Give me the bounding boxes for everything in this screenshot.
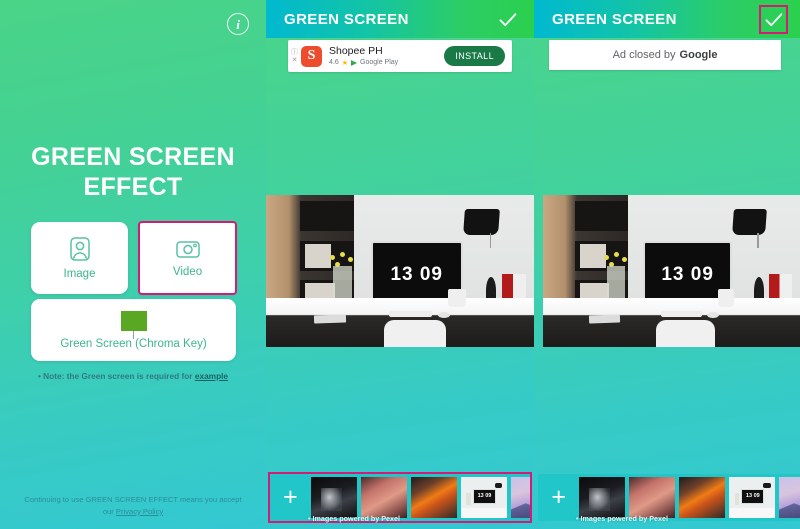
thumbnail-list-right: 13 09	[579, 477, 800, 518]
privacy-policy-link[interactable]: Privacy Policy	[116, 507, 163, 516]
photo-lamp-stem	[757, 233, 759, 249]
thumbnail-item[interactable]	[360, 477, 407, 518]
photo-wall-lamp	[463, 208, 501, 235]
thumbnail-item[interactable]	[410, 477, 457, 518]
thumbnail-strip-right: + 13 09 • Images powered by Pexel	[538, 474, 800, 523]
thumbnail-item[interactable]	[510, 477, 530, 518]
camera-icon	[175, 241, 200, 258]
thumbnail-item[interactable]	[779, 477, 800, 518]
photo-wall-lamp	[732, 208, 768, 235]
thumbnail-item[interactable]: 13 09	[460, 477, 507, 518]
google-play-icon	[351, 59, 358, 66]
example-link[interactable]: example	[195, 371, 228, 381]
screenshot-root: i GREEN SCREEN EFFECT Image Video Green …	[0, 0, 800, 529]
ad-text-block: Shopee PH 4.6 ★ Google Play	[329, 45, 444, 66]
ad-banner[interactable]: ⓘ ✕ S Shopee PH 4.6 ★ Google Play INSTAL…	[288, 40, 512, 72]
ad-closed-text: Ad closed by	[612, 49, 676, 61]
thumbnail-item[interactable]	[629, 477, 676, 518]
thumbnail-item[interactable]: 13 09	[729, 477, 776, 518]
shelf-slot	[299, 201, 355, 232]
thumbnail-list-middle: 13 09	[310, 477, 530, 518]
green-screen-board-icon	[120, 310, 147, 339]
install-button[interactable]: INSTALL	[444, 46, 505, 66]
green-screen-chroma-key-button[interactable]: Green Screen (Chroma Key)	[31, 299, 236, 361]
ad-close-icon[interactable]: ✕	[292, 57, 298, 64]
confirm-check-icon-right[interactable]	[759, 5, 788, 34]
thumbnail-item[interactable]	[310, 477, 357, 518]
page-title-line1: GREEN SCREEN	[31, 143, 235, 171]
thumbnail-clock: 13 09	[741, 489, 765, 504]
video-mode-button[interactable]: Video	[138, 221, 237, 295]
app-header-middle: GREEN SCREEN	[266, 0, 534, 38]
photo-monitor-clock: 13 09	[661, 263, 714, 285]
legal-line-1: Continuing to use GREEN SCREEN EFFECT me…	[24, 495, 242, 505]
photo-monitor-clock: 13 09	[390, 263, 443, 285]
ad-closed-brand: Google	[679, 49, 718, 61]
ad-app-meta: 4.6 ★ Google Play	[329, 59, 444, 67]
ad-app-name: Shopee PH	[329, 45, 383, 58]
photo-lamp-stem	[489, 233, 492, 249]
photo-mouse	[437, 312, 450, 319]
pexel-credit-right: • Images powered by Pexel	[576, 514, 668, 523]
ad-info-icon[interactable]: ⓘ	[291, 49, 298, 56]
legal-line-2: our Privacy Policy	[0, 506, 266, 517]
app-title-right: GREEN SCREEN	[552, 10, 677, 28]
ad-closed-banner: Ad closed by Google	[549, 40, 781, 70]
ad-rating-value: 4.6	[329, 59, 339, 67]
requirement-note: • Note: the Green screen is required for…	[0, 371, 266, 381]
legal-footer: Continuing to use GREEN SCREEN EFFECT me…	[0, 494, 266, 517]
add-media-button-middle[interactable]: +	[270, 474, 311, 521]
photo-keyboard	[389, 310, 433, 318]
onboarding-panel: i GREEN SCREEN EFFECT Image Video Green …	[0, 0, 266, 529]
shelf-slot	[575, 201, 628, 232]
image-mode-button[interactable]: Image	[31, 222, 128, 294]
photo-chair	[383, 319, 446, 347]
thumbnail-clock: 13 09	[472, 489, 497, 504]
photo-chair	[656, 319, 716, 347]
video-mode-label: Video	[172, 266, 203, 278]
page-title: GREEN SCREEN EFFECT	[0, 143, 266, 202]
pexel-credit-middle: • Images powered by Pexel	[308, 514, 400, 523]
confirm-check-icon-middle[interactable]	[497, 9, 518, 30]
thumbnail-strip-middle: + 13 09 • Images powered by Pexel	[268, 472, 532, 523]
app-title-middle: GREEN SCREEN	[284, 10, 409, 28]
photo-keyboard	[661, 310, 703, 318]
portrait-icon	[69, 237, 90, 261]
requirement-note-text: • Note: the Green screen is required for	[37, 371, 195, 381]
ad-store-name: Google Play	[360, 59, 399, 67]
green-screen-label: Green Screen (Chroma Key)	[60, 337, 207, 350]
shopee-icon: S	[301, 45, 322, 67]
preview-photo-middle[interactable]: 13 09	[266, 195, 534, 347]
info-icon[interactable]: i	[227, 13, 249, 35]
page-title-line2: EFFECT	[83, 172, 183, 201]
ad-banner-marks: ⓘ ✕	[288, 49, 301, 64]
photo-mug	[717, 289, 735, 308]
mode-choice-row: Image Video	[31, 221, 237, 295]
preview-photo-right[interactable]: 13 09	[543, 195, 800, 347]
photo-magazine	[314, 314, 347, 324]
legal-line-2-prefix: our	[102, 506, 116, 516]
photo-mug	[448, 289, 466, 308]
image-mode-label: Image	[63, 268, 96, 280]
thumbnail-item[interactable]	[579, 477, 626, 518]
add-media-button-right[interactable]: +	[538, 474, 579, 521]
thumbnail-item[interactable]	[679, 477, 726, 518]
app-header-right: GREEN SCREEN	[534, 0, 800, 38]
star-icon: ★	[341, 59, 349, 67]
photo-magazine	[589, 314, 621, 324]
